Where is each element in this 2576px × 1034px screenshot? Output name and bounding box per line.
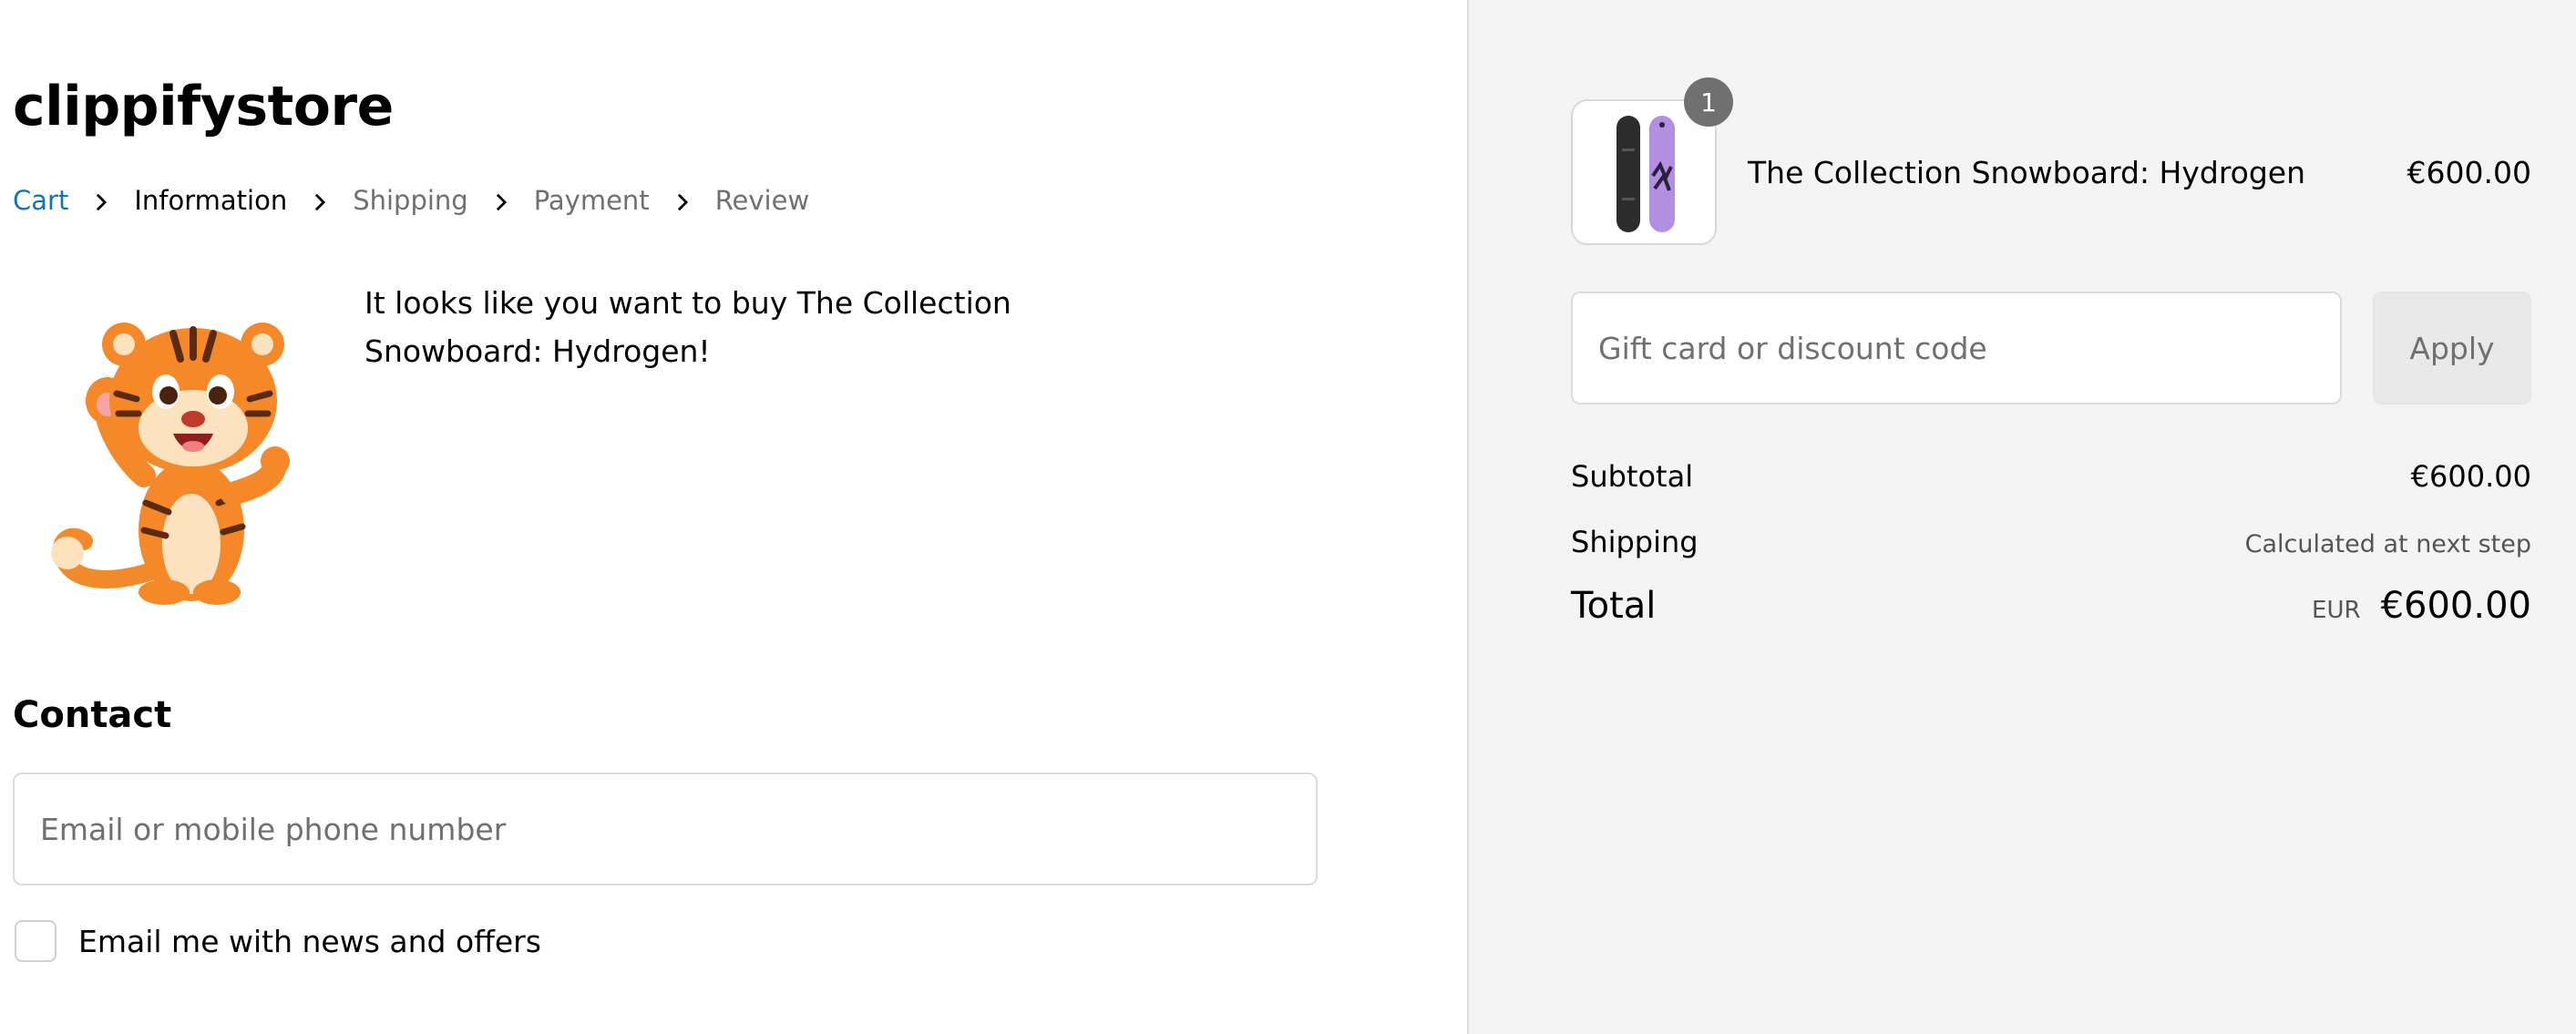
breadcrumb-cart[interactable]: Cart — [13, 185, 68, 216]
tiger-mascot-image — [51, 322, 290, 605]
apply-discount-button[interactable]: Apply — [2373, 292, 2531, 404]
email-field[interactable] — [13, 773, 1318, 886]
chevron-right-icon — [68, 185, 134, 216]
breadcrumb-shipping: Shipping — [353, 185, 468, 216]
checkout-main: clippifystore Cart Information Shipping … — [0, 0, 1467, 1034]
promo-message: It looks like you want to buy The Collec… — [364, 285, 1011, 369]
contact-heading: Contact — [13, 694, 172, 736]
subtotal-label: Subtotal — [1571, 459, 1694, 494]
store-name[interactable]: clippifystore — [13, 75, 394, 138]
discount-code-input[interactable] — [1571, 292, 2342, 404]
currency-code: EUR — [2312, 597, 2361, 624]
subtotal-value: €600.00 — [2410, 459, 2531, 494]
chevron-right-icon — [650, 185, 715, 216]
product-name: The Collection Snowboard: Hydrogen — [1748, 154, 2306, 190]
shipping-value: Calculated at next step — [2244, 530, 2531, 558]
snowboard-image — [1616, 116, 1675, 232]
breadcrumb: Cart Information Shipping Payment Review — [13, 182, 809, 219]
order-summary: 1 The Collection Snowboard: Hydrogen €60… — [1467, 0, 2576, 1034]
breadcrumb-information: Information — [134, 185, 288, 216]
chevron-right-icon — [287, 185, 353, 216]
shipping-label: Shipping — [1571, 525, 1699, 559]
total-row: Total EUR €600.00 — [1571, 585, 2531, 627]
newsletter-option[interactable]: Email me with news and offers — [15, 918, 541, 964]
subtotal-row: Subtotal €600.00 — [1571, 459, 2531, 494]
quantity-badge: 1 — [1684, 77, 1733, 127]
total-value: €600.00 — [2380, 585, 2531, 627]
chevron-right-icon — [468, 185, 534, 216]
breadcrumb-review: Review — [714, 185, 810, 216]
product-price: €600.00 — [2407, 154, 2531, 190]
breadcrumb-payment: Payment — [533, 185, 650, 216]
newsletter-label: Email me with news and offers — [78, 923, 541, 959]
line-item: 1 The Collection Snowboard: Hydrogen €60… — [1571, 77, 2531, 246]
newsletter-checkbox[interactable] — [15, 920, 56, 962]
product-thumbnail: 1 — [1571, 77, 1733, 245]
total-label: Total — [1571, 585, 1657, 627]
shipping-row: Shipping Calculated at next step — [1571, 525, 2531, 559]
total-amount-group: EUR €600.00 — [2312, 585, 2531, 627]
